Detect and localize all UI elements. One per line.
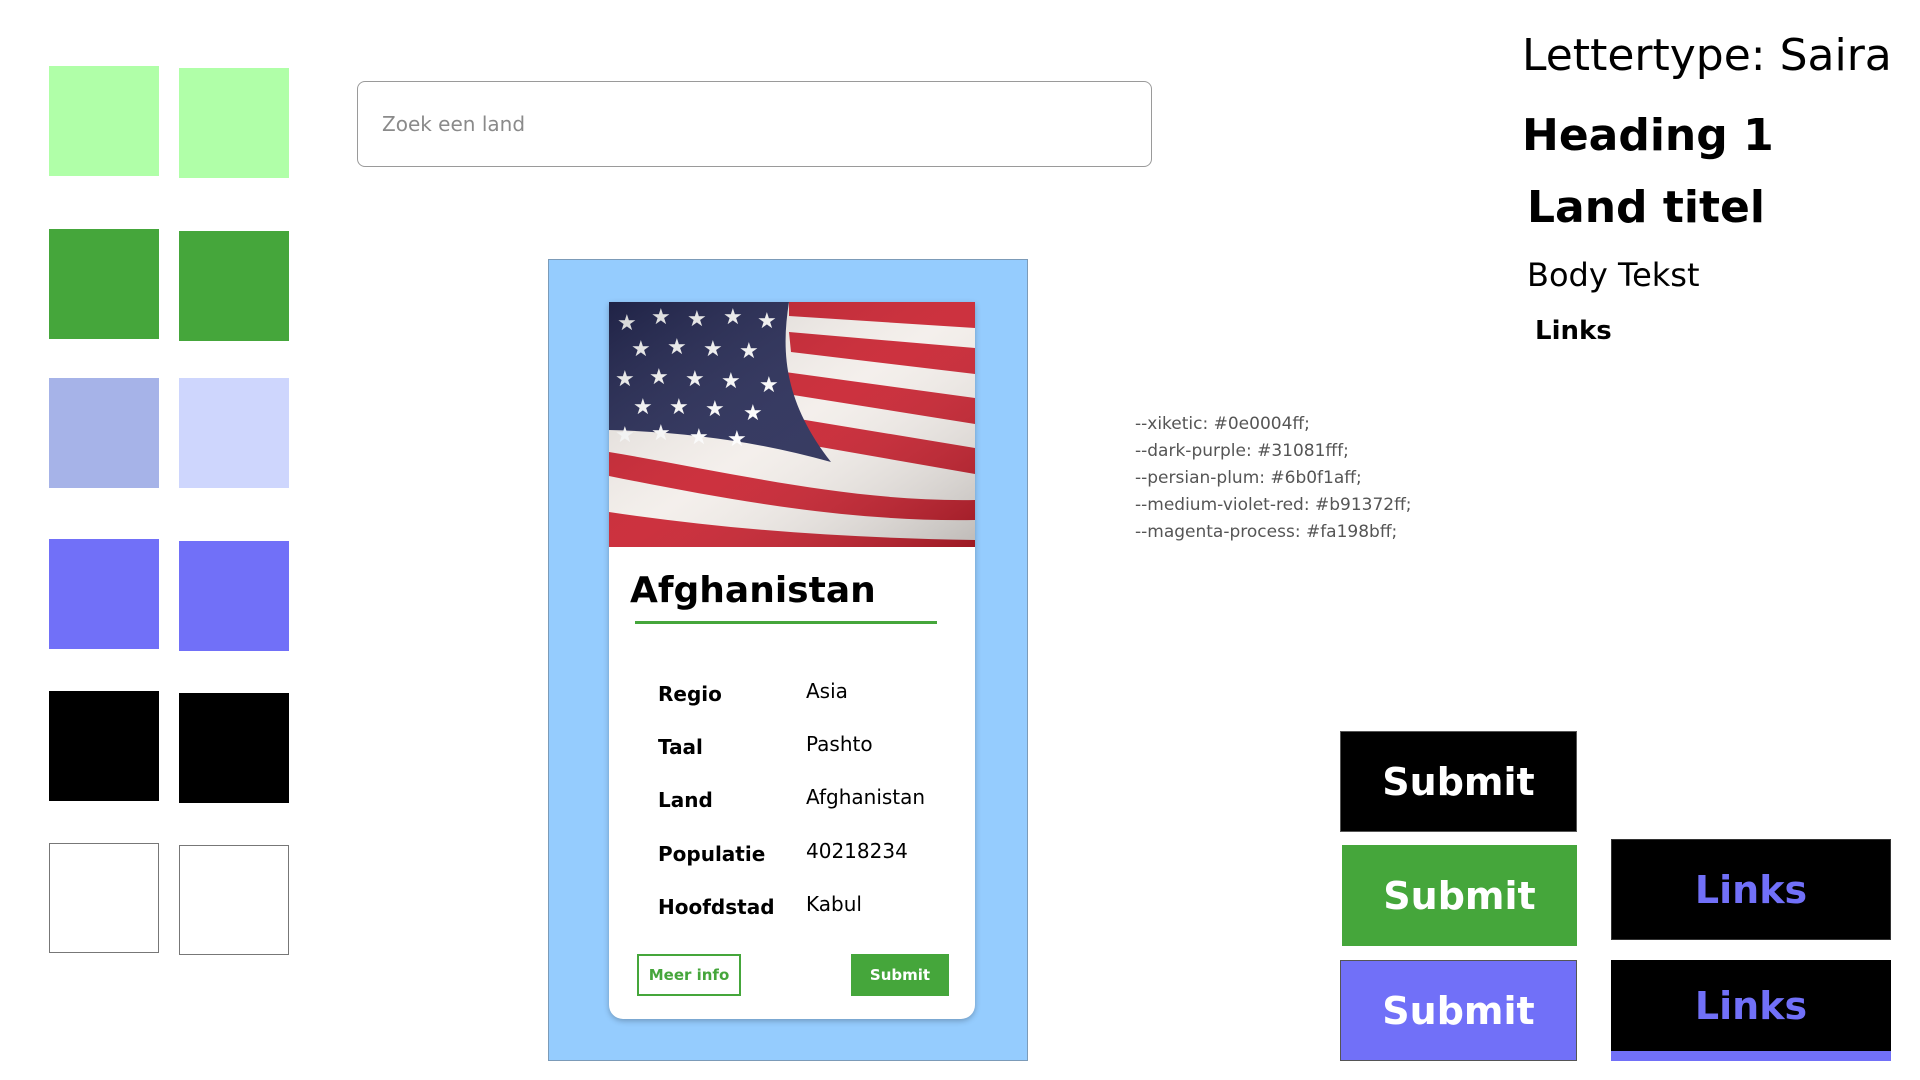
search-input[interactable]: [358, 82, 1151, 166]
links-sample[interactable]: Links: [1535, 316, 1612, 346]
info-value-land: Afghanistan: [806, 785, 926, 809]
color-var-persian-plum: --persian-plum: #6b0f1aff;: [1135, 468, 1362, 488]
search-box: [357, 81, 1152, 167]
info-label-land: Land: [658, 788, 713, 812]
info-value-populatie: 40218234: [806, 839, 908, 863]
card-submit-button[interactable]: Submit: [851, 954, 949, 996]
submit-button-green[interactable]: Submit: [1342, 845, 1577, 946]
swatch-white-2: [179, 845, 289, 955]
swatch-black-2: [179, 693, 289, 803]
font-label: Lettertype: Saira: [1522, 30, 1892, 81]
info-value-regio: Asia: [806, 679, 848, 703]
swatch-purple-2: [179, 541, 289, 651]
swatch-purple-1: [49, 539, 159, 649]
swatch-light-green-1: [49, 66, 159, 176]
country-title: Afghanistan: [630, 570, 876, 611]
info-value-taal: Pashto: [806, 732, 873, 756]
more-info-button[interactable]: Meer info: [637, 954, 741, 996]
country-card: ★★★★★ ★★★★ ★★★★★ ★★★★ ★★★★ Afghanistan R…: [609, 302, 975, 1019]
color-var-xiketic: --xiketic: #0e0004ff;: [1135, 414, 1310, 434]
body-text-sample: Body Tekst: [1527, 256, 1700, 294]
swatch-periwinkle: [49, 378, 159, 488]
land-title-sample: Land titel: [1527, 182, 1765, 233]
info-label-hoofdstad: Hoofdstad: [658, 895, 775, 919]
submit-button-purple[interactable]: Submit: [1340, 960, 1577, 1061]
flag-image: ★★★★★ ★★★★ ★★★★★ ★★★★ ★★★★: [609, 302, 975, 547]
info-label-regio: Regio: [658, 682, 722, 706]
color-var-magenta-process: --magenta-process: #fa198bff;: [1135, 522, 1398, 542]
info-label-taal: Taal: [658, 735, 703, 759]
color-var-medium-violet-red: --medium-violet-red: #b91372ff;: [1135, 495, 1412, 515]
links-button-active[interactable]: Links: [1611, 960, 1891, 1061]
submit-button-black[interactable]: Submit: [1340, 731, 1577, 832]
swatch-green-1: [49, 229, 159, 339]
swatch-white-1: [49, 843, 159, 953]
links-button[interactable]: Links: [1611, 839, 1891, 940]
swatch-lavender: [179, 378, 289, 488]
color-var-dark-purple: --dark-purple: #31081fff;: [1135, 441, 1349, 461]
swatch-black-1: [49, 691, 159, 801]
swatch-light-green-2: [179, 68, 289, 178]
info-label-populatie: Populatie: [658, 842, 766, 866]
swatch-green-2: [179, 231, 289, 341]
info-value-hoofdstad: Kabul: [806, 892, 862, 916]
heading-1-sample: Heading 1: [1522, 110, 1774, 161]
title-underline: [635, 621, 937, 624]
